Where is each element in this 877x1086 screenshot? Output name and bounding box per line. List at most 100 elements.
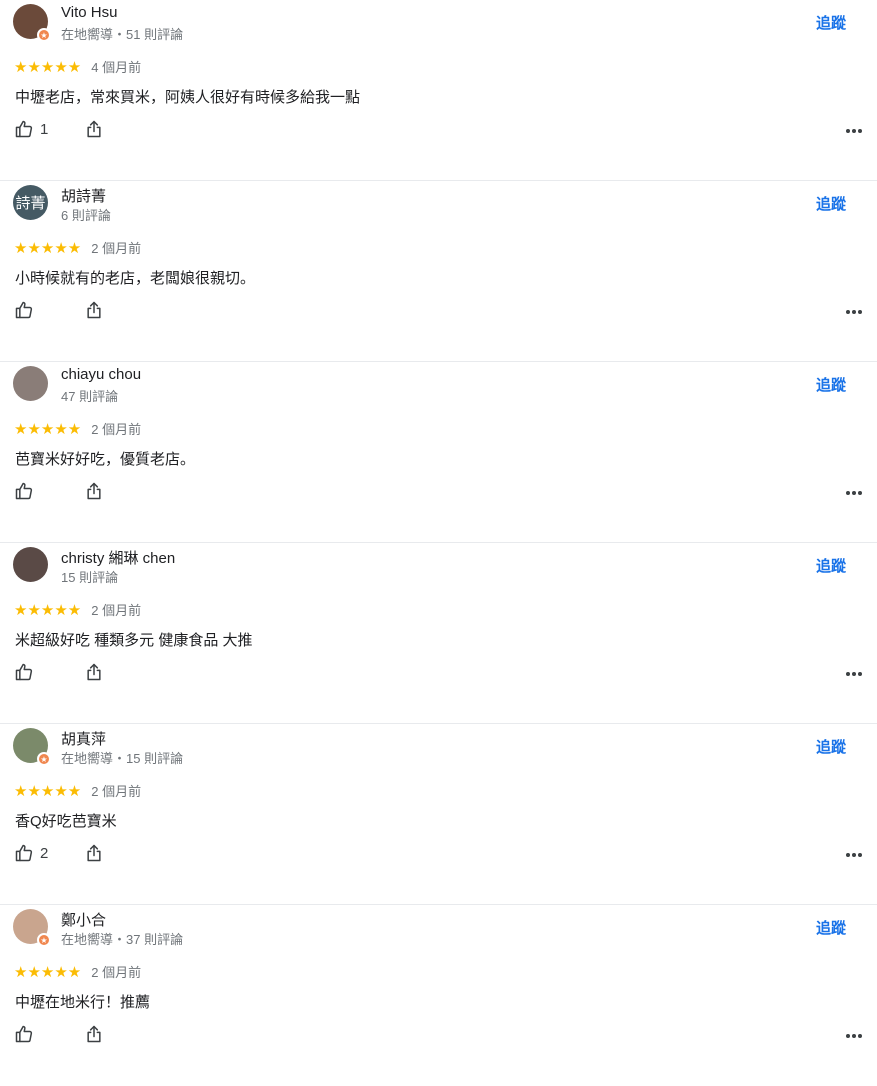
star-rating: ★★★★★: [14, 420, 82, 438]
share-button[interactable]: [84, 662, 104, 682]
reviewer-meta: 47 則評論: [61, 389, 119, 404]
follow-button[interactable]: 追蹤: [816, 736, 846, 757]
share-icon: [84, 1024, 104, 1044]
more-horizontal-icon: [845, 1033, 863, 1039]
like-count: 1: [40, 120, 49, 138]
avatar-image: [13, 366, 48, 401]
thumb-up-icon: [14, 662, 34, 682]
more-horizontal-icon: [845, 309, 863, 315]
review-time: 4 個月前: [91, 60, 142, 75]
review-actions: 1: [14, 119, 104, 139]
avatar[interactable]: [13, 366, 48, 401]
review-actions: [14, 481, 104, 501]
share-button[interactable]: [84, 1024, 104, 1044]
thumb-up-icon: [14, 300, 34, 320]
review-item: ★ 胡真萍 在地嚮導・15 則評論 追蹤 ★★★★★ 2 個月前 香Q好吃芭寶米…: [0, 724, 877, 905]
star-rating: ★★★★★: [14, 239, 82, 257]
review-list: ★ Vito Hsu 在地嚮導・51 則評論 追蹤 ★★★★★ 4 個月前 中壢…: [0, 0, 877, 1086]
avatar-initials: 詩菁: [15, 195, 46, 212]
star-rating: ★★★★★: [14, 782, 82, 800]
more-horizontal-icon: [845, 128, 863, 134]
like-button[interactable]: [14, 1024, 84, 1044]
more-horizontal-icon: [845, 671, 863, 677]
reviewer-name[interactable]: 鄭小合: [61, 909, 106, 930]
local-guide-badge-icon: ★: [37, 933, 51, 947]
follow-button[interactable]: 追蹤: [816, 374, 846, 395]
more-options-button[interactable]: [845, 122, 863, 140]
review-actions: 2: [14, 843, 104, 863]
review-actions: [14, 300, 104, 320]
review-text: 中壢在地米行！推薦: [15, 994, 151, 1011]
thumb-up-icon: [14, 481, 34, 501]
share-button[interactable]: [84, 300, 104, 320]
reviewer-name[interactable]: christy 緗琳 chen: [61, 547, 175, 568]
rating-row: ★★★★★ 2 個月前: [14, 781, 141, 800]
reviewer-name[interactable]: 胡真萍: [61, 728, 106, 749]
review-text: 芭寶米好好吃，優質老店。: [15, 451, 196, 468]
review-actions: [14, 662, 104, 682]
share-icon: [84, 843, 104, 863]
review-item: ★ Vito Hsu 在地嚮導・51 則評論 追蹤 ★★★★★ 4 個月前 中壢…: [0, 0, 877, 181]
reviewer-name[interactable]: chiayu chou: [61, 366, 141, 383]
thumb-up-icon: [14, 843, 34, 863]
follow-button[interactable]: 追蹤: [816, 193, 846, 214]
rating-row: ★★★★★ 2 個月前: [14, 962, 141, 981]
share-icon: [84, 481, 104, 501]
like-button[interactable]: [14, 300, 84, 320]
review-time: 2 個月前: [91, 965, 142, 980]
review-actions: [14, 1024, 104, 1044]
review-item: christy 緗琳 chen 15 則評論 追蹤 ★★★★★ 2 個月前 米超…: [0, 543, 877, 724]
review-text: 香Q好吃芭寶米: [15, 813, 117, 830]
reviewer-name[interactable]: Vito Hsu: [61, 4, 117, 21]
more-options-button[interactable]: [845, 665, 863, 683]
review-time: 2 個月前: [91, 603, 142, 618]
like-button[interactable]: 1: [14, 119, 84, 139]
more-options-button[interactable]: [845, 484, 863, 502]
rating-row: ★★★★★ 2 個月前: [14, 600, 141, 619]
avatar-image: 詩菁: [13, 185, 48, 220]
reviewer-meta: 在地嚮導・15 則評論: [61, 751, 184, 766]
avatar[interactable]: ★: [13, 4, 51, 42]
review-text: 中壢老店，常來買米，阿姨人很好有時候多給我一點: [15, 89, 361, 106]
reviewer-meta: 6 則評論: [61, 208, 111, 223]
avatar[interactable]: ★: [13, 909, 51, 947]
like-button[interactable]: 2: [14, 843, 84, 863]
review-time: 2 個月前: [91, 422, 142, 437]
reviewer-name[interactable]: 胡詩菁: [61, 185, 106, 206]
more-options-button[interactable]: [845, 1027, 863, 1045]
review-item: ★ 鄭小合 在地嚮導・37 則評論 追蹤 ★★★★★ 2 個月前 中壢在地米行！…: [0, 905, 877, 1086]
reviewer-meta: 在地嚮導・37 則評論: [61, 932, 184, 947]
review-item: chiayu chou 47 則評論 追蹤 ★★★★★ 2 個月前 芭寶米好好吃…: [0, 362, 877, 543]
more-horizontal-icon: [845, 852, 863, 858]
share-icon: [84, 662, 104, 682]
reviewer-meta: 在地嚮導・51 則評論: [61, 27, 184, 42]
local-guide-badge-icon: ★: [37, 752, 51, 766]
rating-row: ★★★★★ 2 個月前: [14, 238, 141, 257]
reviewer-meta: 15 則評論: [61, 570, 119, 585]
avatar[interactable]: 詩菁: [13, 185, 48, 220]
like-button[interactable]: [14, 662, 84, 682]
star-rating: ★★★★★: [14, 58, 82, 76]
review-text: 小時候就有的老店，老闆娘很親切。: [15, 270, 256, 287]
more-options-button[interactable]: [845, 846, 863, 864]
more-options-button[interactable]: [845, 303, 863, 321]
avatar[interactable]: [13, 547, 48, 582]
share-icon: [84, 119, 104, 139]
review-time: 2 個月前: [91, 784, 142, 799]
review-time: 2 個月前: [91, 241, 142, 256]
star-rating: ★★★★★: [14, 601, 82, 619]
follow-button[interactable]: 追蹤: [816, 555, 846, 576]
follow-button[interactable]: 追蹤: [816, 12, 846, 33]
star-rating: ★★★★★: [14, 963, 82, 981]
like-button[interactable]: [14, 481, 84, 501]
share-button[interactable]: [84, 119, 104, 139]
rating-row: ★★★★★ 2 個月前: [14, 419, 141, 438]
share-button[interactable]: [84, 843, 104, 863]
thumb-up-icon: [14, 1024, 34, 1044]
share-button[interactable]: [84, 481, 104, 501]
local-guide-badge-icon: ★: [37, 28, 51, 42]
avatar[interactable]: ★: [13, 728, 51, 766]
follow-button[interactable]: 追蹤: [816, 917, 846, 938]
review-text: 米超級好吃 種類多元 健康食品 大推: [15, 632, 253, 649]
like-count: 2: [40, 844, 49, 862]
